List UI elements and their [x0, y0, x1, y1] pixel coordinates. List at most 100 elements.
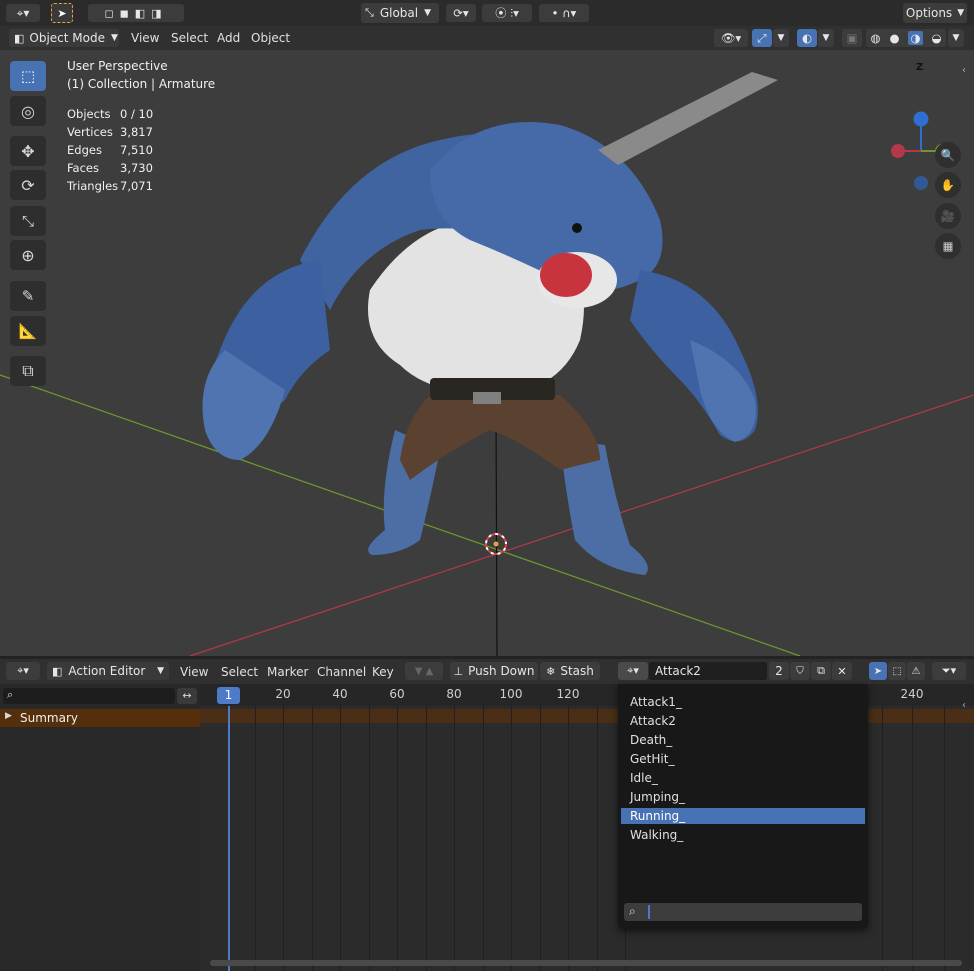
- summary-label: Summary: [20, 711, 78, 725]
- selection-mode-group[interactable]: ◻◼◧◨: [88, 4, 184, 22]
- scale-tool[interactable]: ⤡: [10, 206, 46, 236]
- options-label: Options: [905, 6, 953, 20]
- proportional-edit-button[interactable]: • ∩▾: [539, 4, 589, 22]
- menu-view[interactable]: View: [180, 665, 208, 679]
- select-tool-button[interactable]: ➤: [51, 3, 73, 23]
- action-search-input[interactable]: ⌕: [624, 903, 862, 921]
- gizmo-icon: ⤢: [757, 30, 767, 45]
- wireframe-shading-icon[interactable]: ◍: [870, 31, 880, 45]
- menu-object[interactable]: Object: [251, 31, 290, 45]
- 3d-viewport[interactable]: Z User Perspective (1) Collection | Arma…: [0, 50, 974, 656]
- menu-view[interactable]: View: [131, 31, 159, 45]
- menu-select[interactable]: Select: [171, 31, 208, 45]
- frame-label: 240: [900, 687, 924, 701]
- close-icon: ✕: [837, 664, 847, 678]
- layer-updown-buttons[interactable]: ▼ ▲: [405, 662, 443, 680]
- rotate-tool[interactable]: ⟳: [10, 170, 46, 200]
- current-frame-indicator[interactable]: 1: [217, 687, 240, 704]
- ortho-toggle-button[interactable]: ▦: [935, 233, 961, 259]
- menu-select[interactable]: Select: [221, 665, 258, 679]
- visibility-button[interactable]: 👁▾: [714, 29, 748, 47]
- editor-mode-label: Action Editor: [68, 664, 146, 678]
- action-option[interactable]: Death_: [621, 732, 865, 748]
- object-mode-icon: ◧: [14, 31, 25, 45]
- action-browse-button[interactable]: ⌖▾: [618, 662, 648, 680]
- frame-label: 120: [556, 687, 580, 701]
- filter-icon: ⏷▾: [941, 664, 957, 677]
- action-option-selected[interactable]: Running_: [621, 808, 865, 824]
- menu-channel[interactable]: Channel: [317, 665, 366, 679]
- editor-type-button[interactable]: ⌖▾: [6, 4, 40, 22]
- gizmo-z-label[interactable]: Z: [916, 62, 923, 73]
- action-name-field[interactable]: Attack2: [649, 662, 767, 680]
- new-action-button[interactable]: ⧉: [811, 662, 831, 680]
- stash-button[interactable]: ❄ Stash: [540, 662, 600, 680]
- cursor-tool[interactable]: ◎: [10, 96, 46, 126]
- select-box-tool[interactable]: ⬚: [10, 61, 46, 91]
- filter-button[interactable]: ⏷▾: [932, 662, 966, 680]
- action-option[interactable]: Attack2: [621, 713, 865, 729]
- move-tool[interactable]: ✥: [10, 136, 46, 166]
- frame-label: 80: [446, 687, 462, 701]
- menu-marker[interactable]: Marker: [267, 665, 308, 679]
- only-selected-toggle[interactable]: ➤: [869, 662, 887, 680]
- stat-label: Vertices: [67, 125, 113, 139]
- mode-select[interactable]: ◧ Object Mode ▼: [9, 29, 119, 47]
- measure-tool[interactable]: 📐: [10, 316, 46, 346]
- sidebar-toggle-icon[interactable]: ‹: [962, 65, 966, 76]
- proportional-edit-icon: • ∩▾: [551, 6, 577, 20]
- solid-shading-icon[interactable]: ●: [889, 31, 899, 45]
- action-option[interactable]: Idle_: [621, 770, 865, 786]
- menu-add[interactable]: Add: [217, 31, 240, 45]
- camera-view-button[interactable]: 🎥: [935, 203, 961, 229]
- chevron-down-icon: ▼: [957, 8, 965, 18]
- action-users-count[interactable]: 2: [769, 662, 789, 680]
- pan-button[interactable]: ✋: [935, 172, 961, 198]
- only-errors-toggle[interactable]: ⚠: [907, 662, 925, 680]
- shading-dropdown[interactable]: ▼: [948, 29, 964, 47]
- scale-icon: ⤡: [21, 212, 34, 230]
- dopesheet-mode-select[interactable]: ◧ Action Editor ▼: [47, 662, 169, 680]
- show-hidden-toggle[interactable]: ⬚: [888, 662, 906, 680]
- rendered-shading-icon[interactable]: ◒: [931, 31, 941, 45]
- shading-mode-group[interactable]: ◍ ● ◑ ◒: [866, 29, 946, 47]
- menu-key[interactable]: Key: [372, 665, 394, 679]
- fake-user-toggle[interactable]: ⛉: [790, 662, 810, 680]
- overlay-dropdown[interactable]: ▼: [818, 29, 834, 47]
- action-option[interactable]: Jumping_: [621, 789, 865, 805]
- channel-search-input[interactable]: ⌕: [3, 688, 175, 704]
- sidebar-toggle-icon[interactable]: ‹: [962, 700, 966, 711]
- push-down-label: Push Down: [468, 664, 535, 678]
- playhead-line[interactable]: [228, 706, 230, 971]
- overlay-toggle[interactable]: ◐: [797, 29, 817, 47]
- transform-tool[interactable]: ⊕: [10, 240, 46, 270]
- gizmo-dropdown[interactable]: ▼: [773, 29, 789, 47]
- add-cube-tool[interactable]: ⧉: [10, 356, 46, 386]
- stat-label: Edges: [67, 143, 102, 157]
- editor-type-button[interactable]: ⌖▾: [6, 662, 40, 680]
- horizontal-scrollbar[interactable]: [210, 960, 962, 966]
- action-option[interactable]: Walking_: [621, 827, 865, 843]
- pivot-point-button[interactable]: ⟳▾: [446, 4, 476, 22]
- action-editor-header: ⌖▾ ◧ Action Editor ▼ View Select Marker …: [0, 659, 974, 684]
- orientation-icon: ⤡: [365, 6, 374, 19]
- xray-toggle[interactable]: ▣: [842, 29, 862, 47]
- zoom-button[interactable]: 🔍: [935, 142, 961, 168]
- annotate-tool[interactable]: ✎: [10, 281, 46, 311]
- unlink-action-button[interactable]: ✕: [832, 662, 852, 680]
- transform-orientation-select[interactable]: ⤡ Global ▼: [361, 3, 439, 23]
- move-icon: ✥: [21, 141, 35, 161]
- xray-icon: ▣: [846, 31, 858, 45]
- action-option[interactable]: GetHit_: [621, 751, 865, 767]
- swap-direction-button[interactable]: ↔: [177, 688, 197, 704]
- collection-label: (1) Collection | Armature: [67, 77, 216, 91]
- push-down-button[interactable]: ⊥ Push Down: [450, 662, 538, 680]
- material-shading-icon[interactable]: ◑: [908, 31, 923, 45]
- summary-channel[interactable]: ▶ Summary: [0, 709, 200, 727]
- cursor-icon: ◎: [21, 101, 35, 121]
- gizmo-toggle[interactable]: ⤢: [752, 29, 772, 47]
- stat-label: Triangles: [67, 179, 119, 193]
- action-option[interactable]: Attack1_: [621, 694, 865, 710]
- snap-button[interactable]: ⦿ ⫶▾: [482, 4, 532, 22]
- options-button[interactable]: Options ▼: [903, 3, 967, 23]
